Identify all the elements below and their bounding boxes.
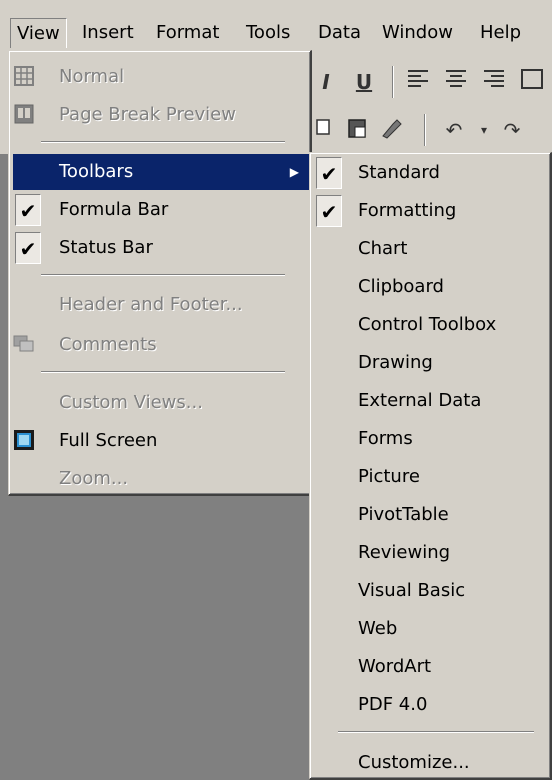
- menu-item-label: Custom Views...: [59, 392, 203, 413]
- submenu-item-picture[interactable]: Picture: [310, 459, 550, 495]
- full-screen-icon: [14, 430, 34, 450]
- submenu-item-wordart[interactable]: WordArt: [310, 649, 550, 685]
- format-painter-button[interactable]: [378, 116, 406, 144]
- merge-center-icon: [521, 69, 543, 89]
- menu-item-formula-bar[interactable]: ✔ Formula Bar: [9, 192, 309, 228]
- check-icon: ✔: [15, 232, 41, 264]
- menu-item-label: WordArt: [358, 656, 432, 677]
- menu-item-label: Chart: [358, 238, 408, 259]
- menu-item-label: Formula Bar: [59, 199, 169, 220]
- redo-button[interactable]: ↷: [498, 116, 526, 144]
- menu-item-label: Formatting: [358, 200, 457, 221]
- submenu-item-customize[interactable]: Customize...: [310, 745, 550, 780]
- align-left-button[interactable]: [404, 68, 432, 96]
- submenu-item-drawing[interactable]: Drawing: [310, 345, 550, 381]
- menu-bar: View Insert Format Tools Data Window Hel…: [0, 0, 552, 50]
- menu-item-label: Control Toolbox: [358, 314, 497, 335]
- menu-item-custom-views[interactable]: Custom Views...: [9, 385, 309, 421]
- toolbar-separator: [424, 114, 426, 146]
- menu-item-comments[interactable]: Comments: [9, 327, 309, 363]
- menu-item-label: PDF 4.0: [358, 694, 428, 715]
- menu-item-normal[interactable]: Normal: [9, 59, 309, 95]
- comments-icon: [13, 335, 34, 352]
- normal-view-icon: [14, 66, 34, 86]
- menu-item-label: Picture: [358, 466, 420, 487]
- menu-item-label: Visual Basic: [358, 580, 466, 601]
- menu-item-zoom[interactable]: Zoom...: [9, 461, 309, 497]
- menu-view[interactable]: View: [10, 18, 67, 48]
- submenu-item-control-toolbox[interactable]: Control Toolbox: [310, 307, 550, 343]
- submenu-item-forms[interactable]: Forms: [310, 421, 550, 457]
- menu-separator: [338, 731, 534, 733]
- submenu-item-pdf[interactable]: PDF 4.0: [310, 687, 550, 723]
- align-left-icon: [408, 70, 428, 87]
- submenu-arrow-icon: ▶: [289, 165, 299, 179]
- menu-item-page-break-preview[interactable]: Page Break Preview: [9, 97, 309, 133]
- italic-button[interactable]: I: [312, 68, 340, 96]
- submenu-item-visual-basic[interactable]: Visual Basic: [310, 573, 550, 609]
- submenu-item-standard[interactable]: ✔ Standard: [310, 155, 550, 191]
- menu-item-label: PivotTable: [358, 504, 449, 525]
- menu-item-label: Reviewing: [358, 542, 451, 563]
- submenu-item-reviewing[interactable]: Reviewing: [310, 535, 550, 571]
- menu-item-label: Header and Footer...: [59, 294, 243, 315]
- undo-dropdown[interactable]: ▾: [470, 116, 498, 144]
- align-center-button[interactable]: [442, 68, 470, 96]
- menu-help[interactable]: Help: [474, 18, 527, 48]
- menu-tools[interactable]: Tools: [240, 18, 296, 48]
- menu-separator: [41, 274, 285, 276]
- menu-item-label: Forms: [358, 428, 413, 449]
- menu-item-label: Customize...: [358, 752, 470, 773]
- paste-icon: [348, 119, 366, 138]
- check-icon: ✔: [316, 157, 342, 189]
- align-right-button[interactable]: [480, 68, 508, 96]
- page-break-preview-icon: [14, 104, 34, 124]
- align-right-icon: [484, 70, 504, 87]
- menu-data[interactable]: Data: [312, 18, 367, 48]
- check-icon: ✔: [316, 195, 342, 227]
- check-icon: ✔: [15, 194, 41, 226]
- menu-window[interactable]: Window: [376, 18, 459, 48]
- menu-item-status-bar[interactable]: ✔ Status Bar: [9, 230, 309, 266]
- copy-icon: [316, 119, 330, 135]
- menu-item-label: Status Bar: [59, 237, 153, 258]
- toolbar-separator: [392, 66, 394, 98]
- menu-item-label: External Data: [358, 390, 482, 411]
- menu-item-toolbars[interactable]: Toolbars ▶: [13, 154, 309, 190]
- merge-center-button[interactable]: [518, 68, 546, 96]
- submenu-item-chart[interactable]: Chart: [310, 231, 550, 267]
- view-menu: Normal Page Break Preview Toolbars ▶ ✔ F…: [8, 50, 312, 496]
- undo-button[interactable]: ↶: [440, 116, 468, 144]
- submenu-item-web[interactable]: Web: [310, 611, 550, 647]
- menu-item-label: Comments: [59, 334, 157, 355]
- menu-item-label: Clipboard: [358, 276, 444, 297]
- menu-insert[interactable]: Insert: [76, 18, 140, 48]
- menu-separator: [41, 371, 285, 373]
- copy-button[interactable]: [312, 116, 340, 144]
- menu-item-header-and-footer[interactable]: Header and Footer...: [9, 287, 309, 323]
- align-center-icon: [446, 70, 466, 87]
- menu-format[interactable]: Format: [150, 18, 225, 48]
- paste-button[interactable]: [344, 116, 372, 144]
- menu-item-label: Web: [358, 618, 398, 639]
- submenu-item-formatting[interactable]: ✔ Formatting: [310, 193, 550, 229]
- menu-item-label: Normal: [59, 66, 125, 87]
- menu-item-label: Page Break Preview: [59, 104, 236, 125]
- menu-item-label: Zoom...: [59, 468, 129, 489]
- submenu-item-clipboard[interactable]: Clipboard: [310, 269, 550, 305]
- toolbars-submenu: ✔ Standard ✔ Formatting Chart Clipboard …: [309, 152, 552, 780]
- submenu-item-pivottable[interactable]: PivotTable: [310, 497, 550, 533]
- menu-item-full-screen[interactable]: Full Screen: [9, 423, 309, 459]
- submenu-item-external-data[interactable]: External Data: [310, 383, 550, 419]
- menu-item-label: Toolbars: [59, 161, 134, 182]
- menu-item-label: Drawing: [358, 352, 433, 373]
- underline-button[interactable]: U: [350, 68, 378, 96]
- menu-item-label: Full Screen: [59, 430, 158, 451]
- menu-item-label: Standard: [358, 162, 440, 183]
- menu-separator: [41, 141, 285, 143]
- format-painter-icon: [382, 119, 402, 139]
